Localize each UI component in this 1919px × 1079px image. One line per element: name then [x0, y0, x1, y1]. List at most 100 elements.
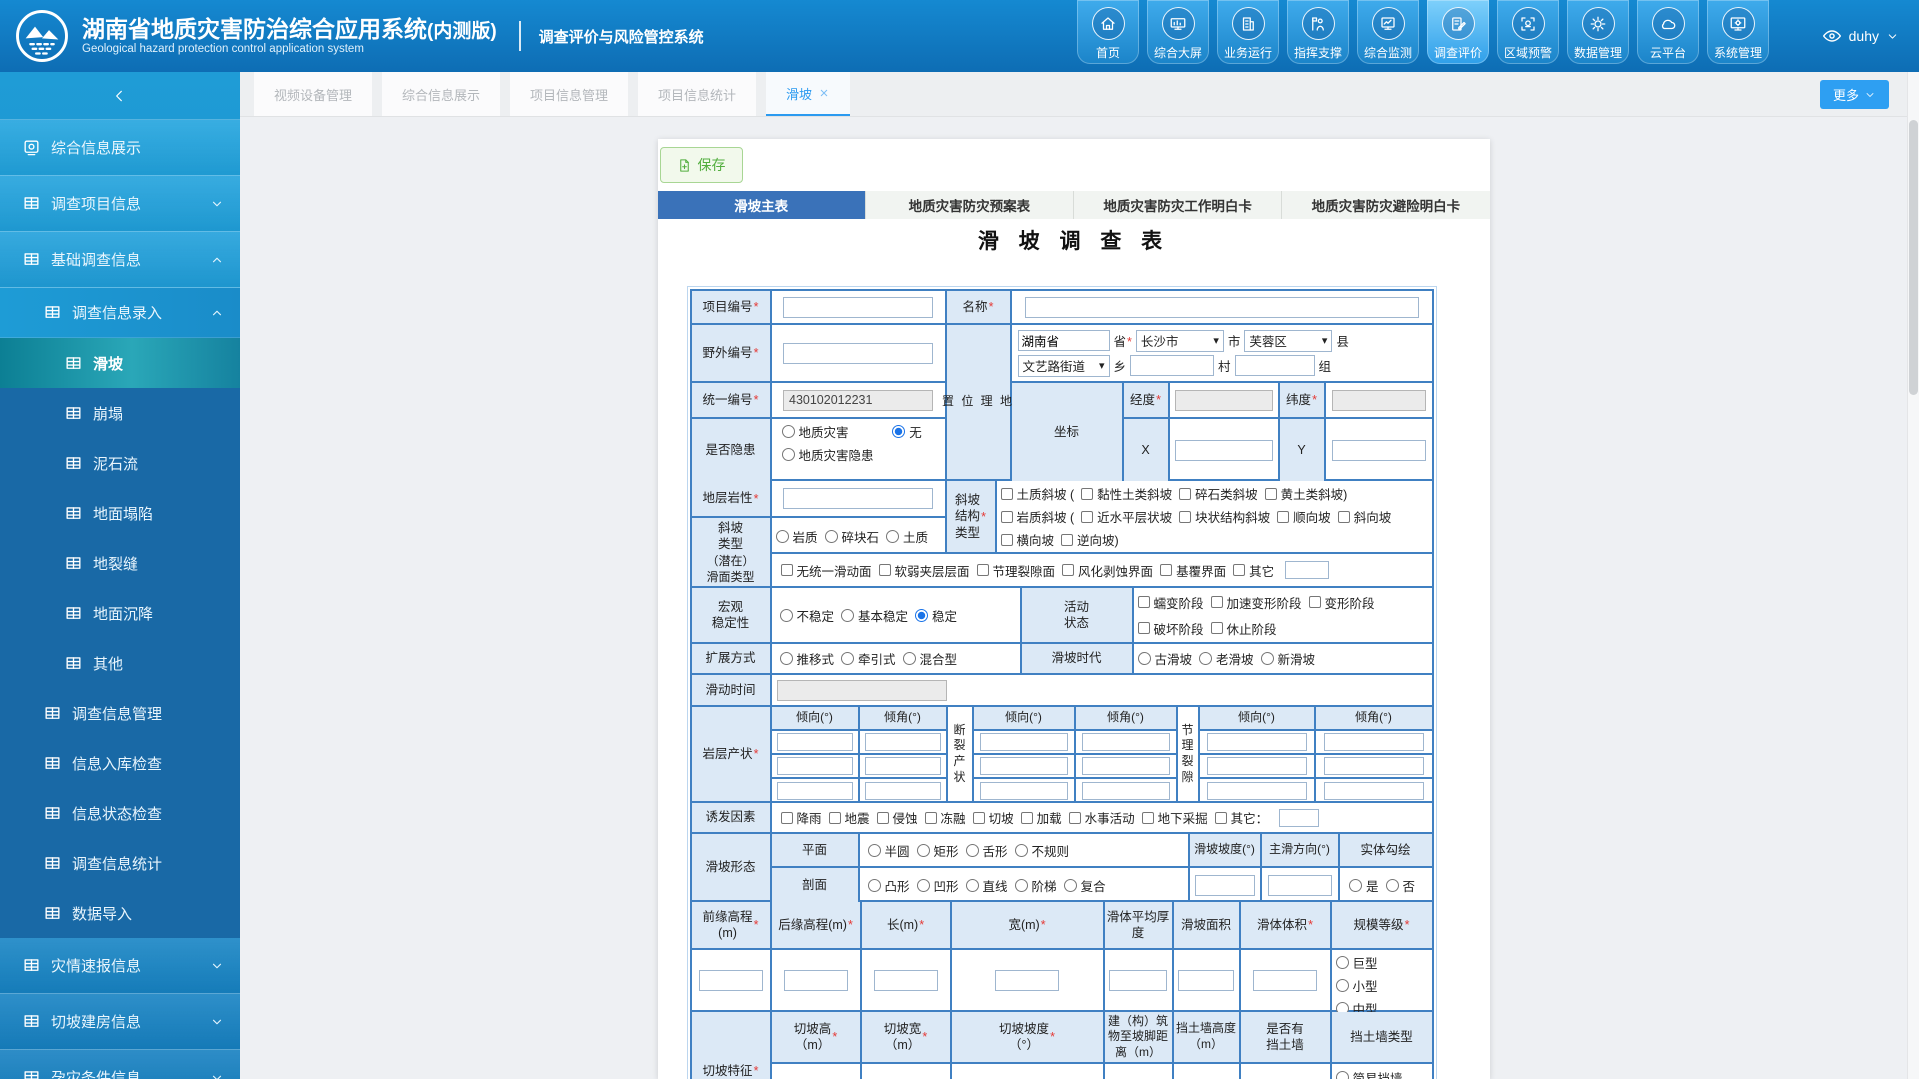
radio-option[interactable]: 混合型	[903, 649, 958, 668]
form-tab[interactable]: 滑坡主表	[658, 191, 866, 219]
checkbox-option[interactable]: 侵蚀	[877, 808, 918, 827]
checkbox-option[interactable]: 冻融	[925, 808, 966, 827]
volume-input[interactable]	[1253, 970, 1317, 991]
sidebar-item[interactable]: 孕灾条件信息	[0, 1050, 240, 1079]
radio-option[interactable]: 牵引式	[841, 649, 896, 668]
sidebar-item[interactable]: 地面沉降	[0, 588, 240, 638]
slope-deg-input[interactable]	[1195, 875, 1255, 896]
rock-dip-input[interactable]	[777, 733, 853, 751]
checkbox-option[interactable]: 黄土类斜坡)	[1265, 484, 1348, 503]
radio-option[interactable]: 小型	[1336, 976, 1378, 995]
sidebar-item[interactable]: 灾情速报信息	[0, 938, 240, 994]
tab-item[interactable]: 项目信息管理	[510, 72, 628, 116]
form-tab[interactable]: 地质灾害防灾避险明白卡	[1282, 191, 1489, 219]
joint-dip-angle-input[interactable]	[1324, 757, 1424, 775]
name-input[interactable]	[1025, 297, 1419, 318]
checkbox-option[interactable]: 顺向坡	[1277, 507, 1331, 526]
checkbox-option[interactable]: 土质斜坡 (	[1001, 484, 1075, 503]
nav-item[interactable]: 系统管理	[1707, 0, 1769, 64]
checkbox-option[interactable]: 变形阶段	[1309, 593, 1375, 612]
checkbox-option[interactable]: 基覆界面	[1160, 561, 1226, 580]
nav-item[interactable]: 综合大屏	[1147, 0, 1209, 64]
user-menu[interactable]: duhy	[1822, 0, 1899, 72]
radio-option[interactable]: 老滑坡	[1199, 649, 1254, 668]
close-icon[interactable]	[818, 87, 830, 99]
radio-option[interactable]: 不规则	[1015, 841, 1070, 860]
fault-dip-angle-input[interactable]	[1082, 757, 1170, 775]
joint-dip-input[interactable]	[1207, 733, 1307, 751]
checkbox-option[interactable]: 逆向坡)	[1061, 530, 1119, 549]
sidebar-collapse-button[interactable]	[0, 72, 240, 120]
town-select[interactable]: 文艺路街道▾	[1018, 355, 1110, 377]
radio-option[interactable]: 稳定	[915, 606, 957, 625]
fault-dip-input[interactable]	[980, 782, 1068, 800]
radio-option[interactable]: 阶梯	[1015, 876, 1057, 895]
radio-option[interactable]: 岩质	[776, 527, 818, 546]
tab-item[interactable]: 项目信息统计	[638, 72, 756, 116]
joint-dip-angle-input[interactable]	[1324, 782, 1424, 800]
city-select[interactable]: 长沙市▾	[1136, 330, 1224, 352]
radio-option[interactable]: 半圆	[868, 841, 910, 860]
fault-dip-input[interactable]	[980, 757, 1068, 775]
joint-dip-input[interactable]	[1207, 782, 1307, 800]
rear-elev-input[interactable]	[784, 970, 848, 991]
radio-option[interactable]: 地质灾害	[782, 422, 849, 441]
save-button[interactable]: 保存	[660, 147, 743, 183]
checkbox-option[interactable]: 横向坡	[1001, 530, 1055, 549]
slip-dir-input[interactable]	[1268, 875, 1332, 896]
checkbox-option[interactable]: 加速变形阶段	[1211, 593, 1302, 612]
tab-item[interactable]: 综合信息展示	[382, 72, 500, 116]
nav-item[interactable]: 区域预警	[1497, 0, 1559, 64]
checkbox-option[interactable]: 地下采掘	[1142, 808, 1208, 827]
radio-option[interactable]: 古滑坡	[1138, 649, 1193, 668]
sidebar-item[interactable]: 泥石流	[0, 438, 240, 488]
checkbox-option[interactable]: 近水平层状坡	[1081, 507, 1172, 526]
sidebar-item[interactable]: 崩塌	[0, 388, 240, 438]
radio-option[interactable]: 基本稳定	[841, 606, 908, 625]
sidebar-item[interactable]: 数据导入	[0, 888, 240, 938]
radio-option[interactable]: 否	[1386, 876, 1416, 895]
avg-thick-input[interactable]	[1109, 970, 1167, 991]
joint-dip-angle-input[interactable]	[1324, 733, 1424, 751]
checkbox-option[interactable]: 水事活动	[1069, 808, 1135, 827]
joint-dip-input[interactable]	[1207, 757, 1307, 775]
radio-option[interactable]: 土质	[886, 527, 928, 546]
length-input[interactable]	[874, 970, 938, 991]
county-select[interactable]: 芙蓉区▾	[1244, 330, 1332, 352]
checkbox-option[interactable]: 风化剥蚀界面	[1062, 561, 1153, 580]
radio-option[interactable]: 是	[1349, 876, 1379, 895]
sidebar-item[interactable]: 调查项目信息	[0, 176, 240, 232]
checkbox-option[interactable]: 无统一滑动面	[781, 561, 872, 580]
radio-option[interactable]: 矩形	[917, 841, 959, 860]
radio-option[interactable]: 简易挡墙	[1336, 1068, 1403, 1079]
more-button[interactable]: 更多	[1820, 80, 1889, 109]
sidebar-item[interactable]: 基础调查信息	[0, 232, 240, 288]
nav-item[interactable]: 云平台	[1637, 0, 1699, 64]
nav-item[interactable]: 综合监测	[1357, 0, 1419, 64]
form-tab[interactable]: 地质灾害防灾预案表	[866, 191, 1074, 219]
radio-option[interactable]: 碎块石	[825, 527, 880, 546]
group-input[interactable]	[1235, 355, 1315, 376]
radio-option[interactable]: 舌形	[966, 841, 1008, 860]
checkbox-option[interactable]: 休止阶段	[1211, 619, 1277, 638]
checkbox-option[interactable]: 节理裂隙面	[977, 561, 1056, 580]
province-input[interactable]	[1018, 330, 1110, 351]
sidebar-item[interactable]: 调查信息管理	[0, 688, 240, 738]
area-input[interactable]	[1178, 970, 1234, 991]
radio-option[interactable]: 凹形	[917, 876, 959, 895]
fault-dip-angle-input[interactable]	[1082, 733, 1170, 751]
triggers-other-input[interactable]	[1279, 809, 1319, 827]
sidebar-item[interactable]: 信息状态检查	[0, 788, 240, 838]
radio-option[interactable]: 地质灾害隐患	[782, 445, 874, 464]
tab-item[interactable]: 视频设备管理	[254, 72, 372, 116]
rock-dip-angle-input[interactable]	[865, 733, 941, 751]
slip-surface-other-input[interactable]	[1285, 561, 1329, 579]
checkbox-option[interactable]: 破坏阶段	[1138, 619, 1204, 638]
radio-option[interactable]: 直线	[966, 876, 1008, 895]
sidebar-item[interactable]: 切坡建房信息	[0, 994, 240, 1050]
nav-item[interactable]: 指挥支撑	[1287, 0, 1349, 64]
checkbox-option[interactable]: 软弱夹层层面	[879, 561, 970, 580]
tab-item[interactable]: 滑坡	[766, 72, 850, 116]
checkbox-option[interactable]: 黏性土类斜坡	[1081, 484, 1172, 503]
sidebar-item[interactable]: 调查信息统计	[0, 838, 240, 888]
